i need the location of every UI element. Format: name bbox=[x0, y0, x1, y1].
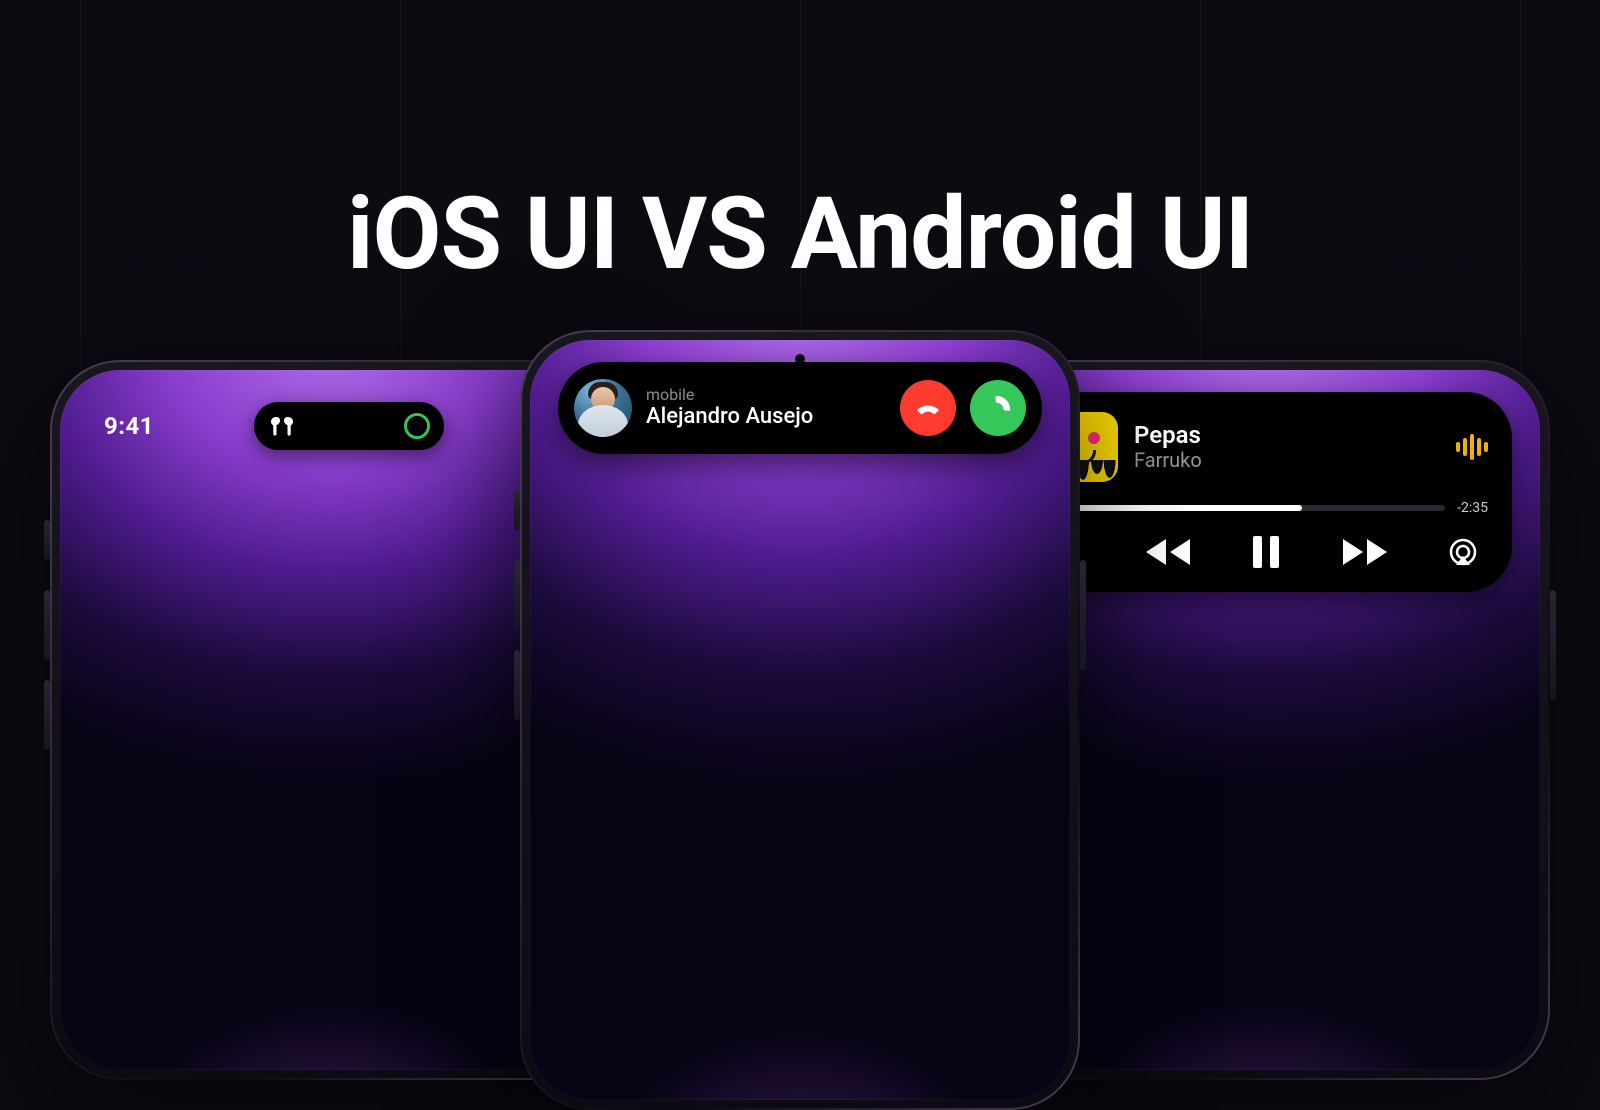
decline-call-button[interactable] bbox=[900, 380, 956, 436]
audio-wave-icon bbox=[1456, 432, 1488, 462]
caller-name: Alejandro Ausejo bbox=[646, 404, 886, 430]
phone-left-screen: 9:41 bbox=[60, 370, 600, 1070]
remaining-time: -2:35 bbox=[1457, 500, 1488, 516]
airpods-icon bbox=[268, 414, 296, 438]
playback-progress[interactable]: 0 -2:35 bbox=[1048, 500, 1488, 516]
airplay-icon[interactable] bbox=[1446, 535, 1480, 569]
caller-avatar bbox=[574, 379, 632, 437]
dynamic-island-music[interactable]: Pepas Farruko 0 -2:35 bbox=[1028, 392, 1512, 592]
forward-button[interactable] bbox=[1339, 535, 1391, 569]
call-line-type: mobile bbox=[646, 386, 886, 404]
phone-center: mobile Alejandro Ausejo bbox=[520, 330, 1080, 1110]
caller-info: mobile Alejandro Ausejo bbox=[646, 386, 886, 430]
status-time: 9:41 bbox=[94, 412, 164, 440]
phone-right-screen: Pepas Farruko 0 -2:35 bbox=[1000, 370, 1540, 1070]
artist-name: Farruko bbox=[1134, 448, 1440, 472]
playback-controls bbox=[1048, 534, 1488, 570]
activity-ring-icon bbox=[404, 413, 430, 439]
song-title: Pepas bbox=[1134, 422, 1440, 448]
rewind-button[interactable] bbox=[1142, 535, 1194, 569]
dynamic-island-compact[interactable] bbox=[254, 402, 444, 450]
phone-stage: 9:41 bbox=[0, 0, 1600, 960]
progress-track[interactable] bbox=[1068, 505, 1445, 511]
phone-center-screen: mobile Alejandro Ausejo bbox=[530, 340, 1070, 1100]
dynamic-island-call[interactable]: mobile Alejandro Ausejo bbox=[558, 362, 1042, 454]
status-bar: 9:41 bbox=[94, 396, 566, 456]
progress-fill bbox=[1068, 505, 1302, 511]
pause-button[interactable] bbox=[1249, 534, 1283, 570]
accept-call-button[interactable] bbox=[970, 380, 1026, 436]
track-meta: Pepas Farruko bbox=[1134, 422, 1440, 472]
